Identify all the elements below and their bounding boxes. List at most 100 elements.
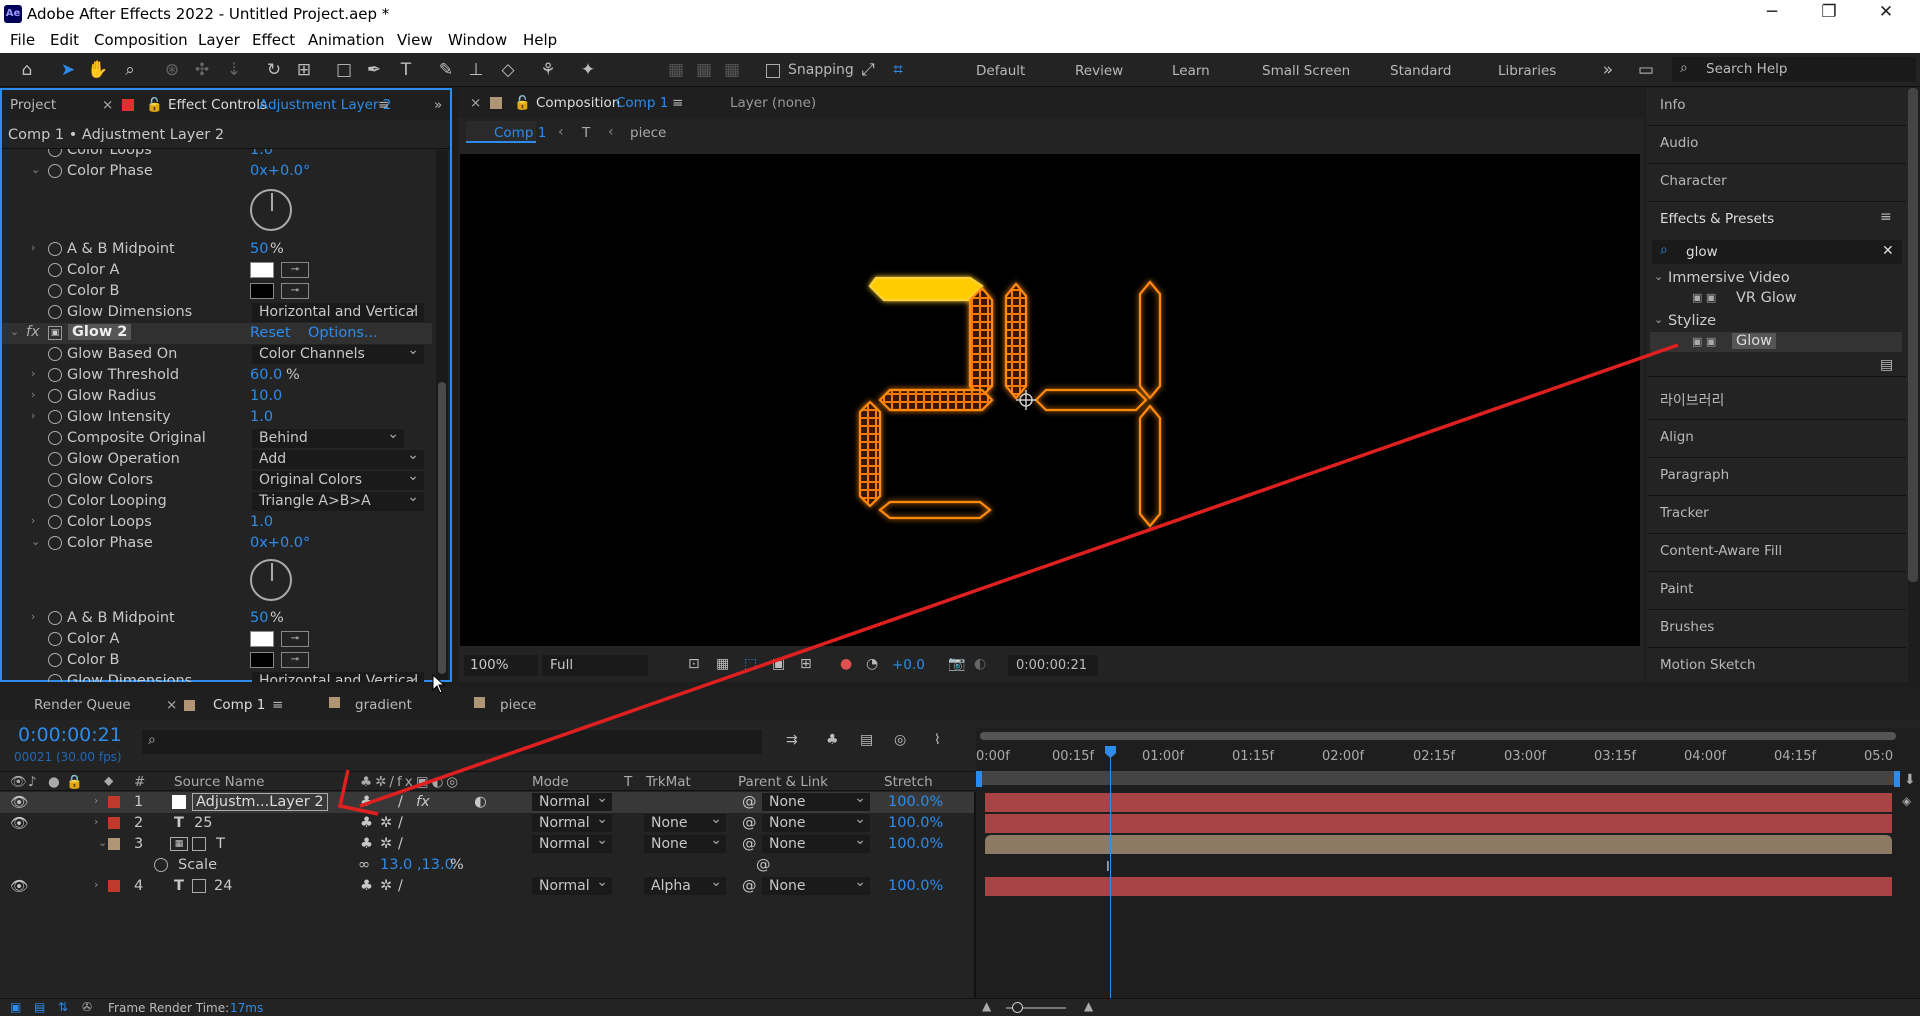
glow-colors-dropdown[interactable]: Original Colors — [252, 467, 424, 490]
layer-name[interactable]: 25 — [194, 815, 212, 831]
channel-icon[interactable]: ● — [840, 656, 852, 672]
workspace-small-screen[interactable]: Small Screen — [1262, 63, 1350, 79]
property-row[interactable]: Color A ⊸ — [2, 260, 434, 281]
panel-menu-icon[interactable]: ≡ — [378, 97, 389, 113]
layer-search-field[interactable]: ⌕ — [142, 730, 762, 754]
brush-tool-icon[interactable]: ✎ — [434, 59, 458, 81]
mode-dropdown[interactable]: Normal — [532, 810, 612, 832]
quality-switch-icon[interactable]: ∕ — [398, 815, 403, 831]
home-icon[interactable]: ⌂ — [15, 59, 39, 81]
menu-help[interactable]: Help — [523, 31, 557, 49]
property-row[interactable]: › A & B Midpoint 50% — [2, 239, 434, 260]
menu-layer[interactable]: Layer — [198, 31, 240, 49]
color-looping-dropdown[interactable]: Triangle A>B>A — [252, 488, 424, 511]
effect-header-glow-2[interactable]: ⌄ fx ▣ Glow 2 Reset Options... — [2, 323, 432, 344]
stopwatch-icon[interactable] — [48, 536, 62, 550]
transfer-controls-toggle-icon[interactable]: ▤ — [34, 1000, 45, 1014]
workspace-learn[interactable]: Learn — [1172, 63, 1210, 79]
collapse-switch-icon[interactable]: ✲ — [380, 815, 392, 831]
stopwatch-icon[interactable] — [48, 611, 62, 625]
layer-row-4[interactable]: 👁 › 4 T 24 ♣ ✲ ∕ Normal Alpha @ None 100… — [0, 873, 975, 897]
panel-paint[interactable]: Paint — [1660, 581, 1693, 597]
label-color-swatch[interactable] — [108, 817, 120, 829]
panel-menu-icon[interactable]: ≡ — [672, 95, 683, 111]
stopwatch-icon[interactable] — [48, 632, 62, 646]
snap-feature-icon[interactable]: ⌗ — [886, 59, 910, 81]
render-time-toggle-icon[interactable]: ✇ — [82, 1000, 92, 1014]
stretch-value[interactable]: 100.0% — [888, 794, 943, 810]
tab-layer[interactable]: Layer (none) — [730, 95, 816, 111]
stopwatch-icon[interactable] — [48, 284, 62, 298]
trkmat-dropdown[interactable]: Alpha — [644, 873, 726, 895]
shy-layers-icon[interactable]: ♣ — [826, 732, 839, 748]
comp-mini-flowchart-icon[interactable]: ⇉ — [786, 732, 798, 748]
axis-local-icon[interactable]: ▦ — [664, 59, 688, 81]
work-area-bar[interactable] — [980, 771, 1896, 785]
stopwatch-icon[interactable] — [48, 164, 62, 178]
transparency-grid-icon[interactable]: ▦ — [716, 656, 729, 672]
constrain-proportions-icon[interactable]: ∞ — [358, 857, 370, 873]
trkmat-dropdown[interactable]: None — [644, 831, 726, 853]
twirl-right-icon[interactable]: › — [31, 388, 35, 401]
layer-row-3[interactable]: ⌄ 3 ▦ T ♣ ✲ ∕ Normal None @ None 100.0% — [0, 831, 975, 855]
collapse-switch-icon[interactable]: ✲ — [380, 878, 392, 894]
color-b-swatch[interactable] — [250, 652, 274, 668]
time-navigator-range[interactable] — [980, 732, 1896, 740]
stopwatch-icon[interactable] — [48, 431, 62, 445]
new-bin-icon[interactable]: ▤ — [1880, 357, 1893, 373]
effects-search-field[interactable]: ⌕ glow ✕ — [1652, 240, 1902, 264]
mask-visibility-icon[interactable]: ⬚ — [744, 656, 757, 672]
twirl-right-icon[interactable]: › — [31, 241, 35, 254]
quality-switch-icon[interactable]: ∕ — [398, 836, 403, 852]
panel-effects-presets[interactable]: Effects & Presets — [1660, 211, 1774, 227]
glow-dimensions-dropdown[interactable]: Horizontal and Vertical — [252, 668, 424, 682]
twirl-right-icon[interactable]: › — [31, 610, 35, 623]
category-immersive-video[interactable]: Immersive Video — [1668, 270, 1790, 286]
property-row[interactable]: › Glow Intensity 1.0 — [2, 407, 434, 428]
twirl-right-icon[interactable]: › — [31, 409, 35, 422]
property-row[interactable]: Glow Dimensions Horizontal and Vertical — [2, 299, 434, 323]
menu-effect[interactable]: Effect — [252, 31, 295, 49]
lock-icon[interactable]: 🔓 — [514, 95, 531, 111]
stretch-value[interactable]: 100.0% — [888, 815, 943, 831]
guides-icon[interactable]: ⊞ — [800, 656, 812, 672]
tab-gradient[interactable]: gradient — [355, 697, 412, 713]
layer-name[interactable]: Adjustm...Layer 2 — [192, 793, 328, 811]
show-snapshot-icon[interactable]: ◐ — [974, 656, 986, 672]
twirl-down-icon[interactable]: ⌄ — [98, 836, 107, 849]
snapshot-icon[interactable]: 📷 — [948, 656, 965, 672]
playhead-line[interactable] — [1105, 746, 1116, 998]
property-row[interactable]: Color Loops 1.0 — [2, 149, 434, 161]
tab-effect-controls[interactable]: Effect Controls — [168, 97, 267, 113]
hand-tool-icon[interactable]: ✋ — [86, 59, 110, 81]
eye-icon[interactable]: 👁 — [10, 815, 28, 832]
property-row[interactable]: ⌄ Color Phase 0x+0.0° — [2, 533, 434, 554]
quality-switch-icon[interactable]: ∕ — [398, 878, 403, 894]
property-row[interactable]: › A & B Midpoint 50% — [2, 608, 434, 629]
stopwatch-icon[interactable] — [48, 515, 62, 529]
layer-bar-1[interactable] — [985, 793, 1892, 812]
label-color-swatch[interactable] — [108, 796, 120, 808]
workspace-menu-icon[interactable]: ▭ — [1634, 59, 1658, 81]
property-row[interactable]: Color Looping Triangle A>B>A — [2, 488, 434, 512]
viewer-timecode[interactable]: 0:00:00:21 — [1008, 655, 1098, 676]
zoom-slider[interactable] — [1006, 1002, 1066, 1013]
pan-behind-icon[interactable]: ⊞ — [292, 59, 316, 81]
close-tab-icon[interactable]: × — [102, 97, 113, 113]
property-row[interactable]: Color A ⊸ — [2, 629, 434, 650]
property-row[interactable]: › Glow Threshold 60.0% — [2, 365, 434, 386]
twirl-down-icon[interactable]: ⌄ — [31, 163, 40, 176]
eye-icon[interactable]: 👁 — [10, 878, 28, 895]
twirl-right-icon[interactable]: › — [31, 514, 35, 527]
zoom-tool-icon[interactable]: ⌕ — [118, 59, 142, 81]
stopwatch-icon[interactable] — [48, 368, 62, 382]
property-row[interactable]: › Glow Radius 10.0 — [2, 386, 434, 407]
tab-composition[interactable]: Composition — [536, 95, 620, 111]
stopwatch-icon[interactable] — [48, 452, 62, 466]
glow-operation-dropdown[interactable]: Add — [252, 446, 424, 469]
search-help-field[interactable]: ⌕ Search Help — [1672, 57, 1916, 82]
shy-switch-icon[interactable]: ♣ — [360, 836, 373, 852]
effect-glow[interactable]: Glow — [1732, 333, 1776, 349]
zoom-dropdown[interactable]: 100% — [464, 655, 538, 676]
glow-dimensions-dropdown[interactable]: Horizontal and Vertical — [252, 299, 424, 322]
